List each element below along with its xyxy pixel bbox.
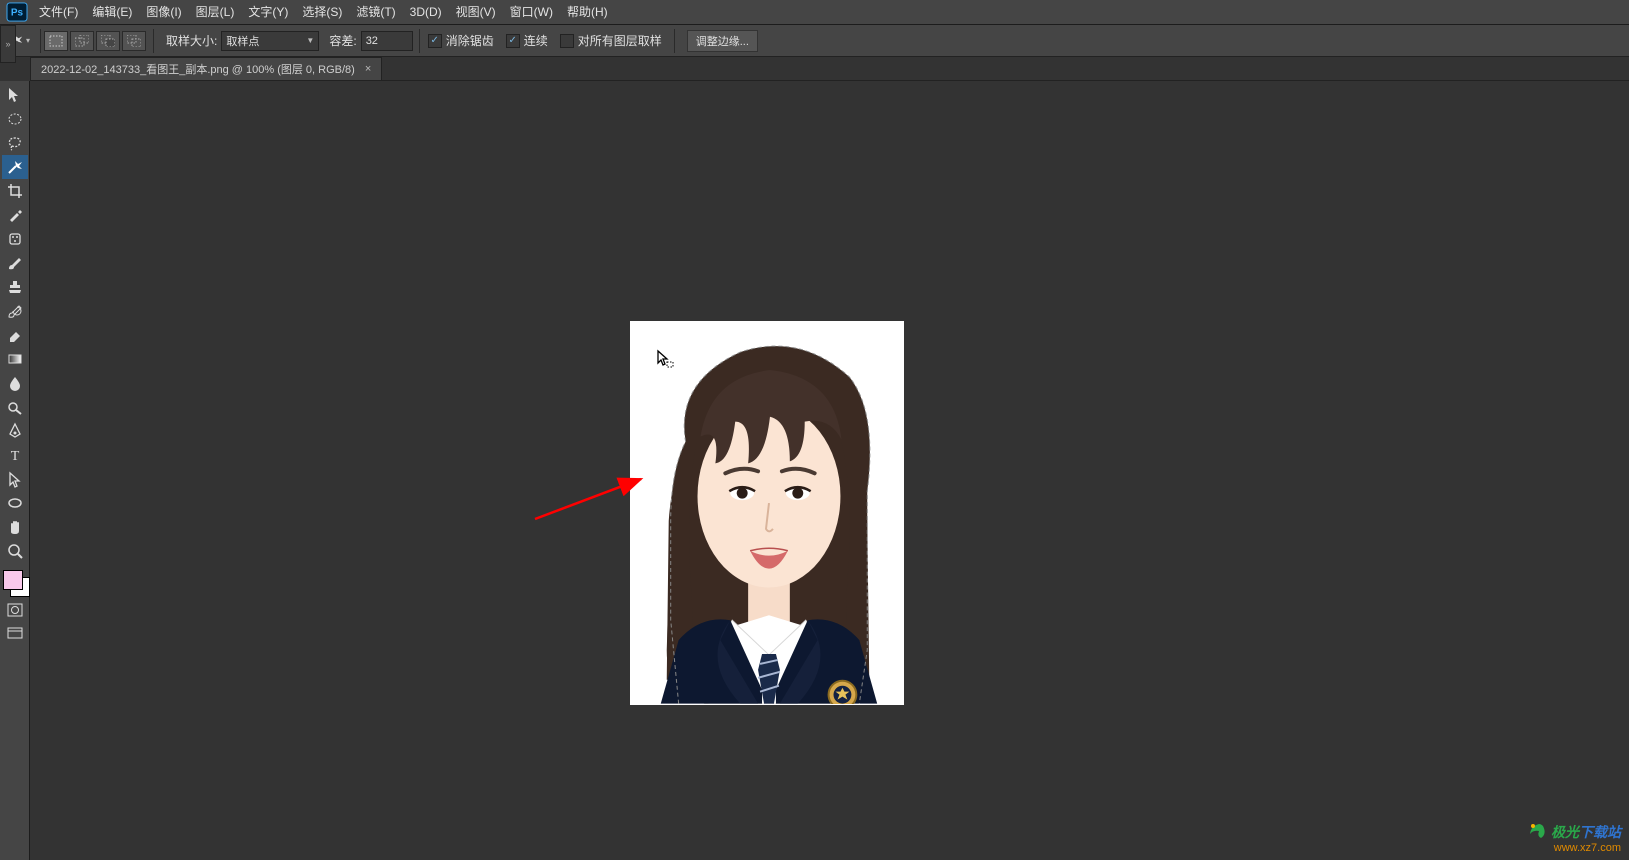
history-brush-tool[interactable] bbox=[2, 299, 28, 323]
canvas-area[interactable] bbox=[30, 81, 1629, 860]
tolerance-label: 容差: bbox=[329, 32, 356, 49]
menu-select[interactable]: 选择(S) bbox=[295, 0, 349, 25]
document-canvas[interactable] bbox=[630, 321, 904, 705]
gradient-tool[interactable] bbox=[2, 347, 28, 371]
panel-toggle-button[interactable]: » bbox=[0, 25, 16, 63]
selection-subtract-button[interactable] bbox=[96, 31, 120, 51]
menu-filter[interactable]: 滤镜(T) bbox=[349, 0, 402, 25]
clone-stamp-tool[interactable] bbox=[2, 275, 28, 299]
svg-text:Ps: Ps bbox=[11, 8, 24, 19]
all-layers-checkbox[interactable]: ✓ 对所有图层取样 bbox=[560, 32, 662, 49]
contiguous-checkbox[interactable]: ✓ 连续 bbox=[506, 32, 548, 49]
pen-tool[interactable] bbox=[2, 419, 28, 443]
brush-tool[interactable] bbox=[2, 251, 28, 275]
menu-3d[interactable]: 3D(D) bbox=[403, 0, 449, 25]
healing-brush-tool[interactable] bbox=[2, 227, 28, 251]
photo-portrait bbox=[631, 322, 903, 704]
contiguous-label: 连续 bbox=[524, 32, 548, 49]
eraser-tool[interactable] bbox=[2, 323, 28, 347]
shape-tool[interactable] bbox=[2, 491, 28, 515]
document-tab[interactable]: 2022-12-02_143733_看图王_副本.png @ 100% (图层 … bbox=[30, 57, 382, 80]
sample-size-select[interactable]: 取样点 ▼ bbox=[221, 31, 319, 51]
tools-panel: T bbox=[0, 81, 30, 860]
selection-intersect-button[interactable] bbox=[122, 31, 146, 51]
type-tool[interactable]: T bbox=[2, 443, 28, 467]
all-layers-label: 对所有图层取样 bbox=[578, 32, 662, 49]
zoom-tool[interactable] bbox=[2, 539, 28, 563]
checkbox-icon: ✓ bbox=[428, 34, 442, 48]
svg-text:T: T bbox=[10, 449, 19, 464]
menu-type[interactable]: 文字(Y) bbox=[241, 0, 295, 25]
menu-bar: Ps 文件(F) 编辑(E) 图像(I) 图层(L) 文字(Y) 选择(S) 滤… bbox=[0, 0, 1629, 25]
antialias-label: 消除锯齿 bbox=[446, 32, 494, 49]
magic-wand-tool[interactable] bbox=[2, 155, 28, 179]
tolerance-input[interactable]: 32 bbox=[361, 31, 413, 51]
options-bar: ▾ 取样大小: 取样点 ▼ 容差: 32 ✓ 消除锯齿 ✓ 连续 ✓ 对所有图层… bbox=[0, 25, 1629, 57]
chevron-down-icon: ▼ bbox=[306, 36, 314, 45]
marquee-tool[interactable] bbox=[2, 107, 28, 131]
selection-add-button[interactable] bbox=[70, 31, 94, 51]
eyedropper-tool[interactable] bbox=[2, 203, 28, 227]
sample-size-value: 取样点 bbox=[226, 33, 259, 49]
sample-size-label: 取样大小: bbox=[166, 32, 217, 49]
lasso-tool[interactable] bbox=[2, 131, 28, 155]
menu-file[interactable]: 文件(F) bbox=[32, 0, 85, 25]
crop-tool[interactable] bbox=[2, 179, 28, 203]
color-swatch[interactable] bbox=[2, 569, 28, 597]
screen-mode-button[interactable] bbox=[3, 623, 27, 645]
document-tab-title: 2022-12-02_143733_看图王_副本.png @ 100% (图层 … bbox=[41, 61, 355, 77]
menu-layer[interactable]: 图层(L) bbox=[189, 0, 242, 25]
move-tool[interactable] bbox=[2, 83, 28, 107]
menu-help[interactable]: 帮助(H) bbox=[560, 0, 615, 25]
tolerance-value: 32 bbox=[366, 35, 378, 47]
selection-marquee bbox=[630, 321, 904, 705]
close-icon[interactable]: × bbox=[365, 63, 371, 75]
menu-window[interactable]: 窗口(W) bbox=[503, 0, 560, 25]
foreground-color-swatch[interactable] bbox=[3, 570, 23, 590]
checkbox-icon: ✓ bbox=[560, 34, 574, 48]
selection-new-button[interactable] bbox=[44, 31, 68, 51]
refine-edge-button[interactable]: 调整边缘... bbox=[687, 30, 758, 52]
dodge-tool[interactable] bbox=[2, 395, 28, 419]
menu-view[interactable]: 视图(V) bbox=[449, 0, 503, 25]
checkbox-icon: ✓ bbox=[506, 34, 520, 48]
ps-logo-icon: Ps bbox=[6, 2, 28, 22]
antialias-checkbox[interactable]: ✓ 消除锯齿 bbox=[428, 32, 494, 49]
path-selection-tool[interactable] bbox=[2, 467, 28, 491]
menu-image[interactable]: 图像(I) bbox=[139, 0, 188, 25]
quick-mask-button[interactable] bbox=[3, 599, 27, 621]
menu-edit[interactable]: 编辑(E) bbox=[85, 0, 139, 25]
blur-tool[interactable] bbox=[2, 371, 28, 395]
hand-tool[interactable] bbox=[2, 515, 28, 539]
document-tab-bar: 2022-12-02_143733_看图王_副本.png @ 100% (图层 … bbox=[30, 57, 1629, 81]
